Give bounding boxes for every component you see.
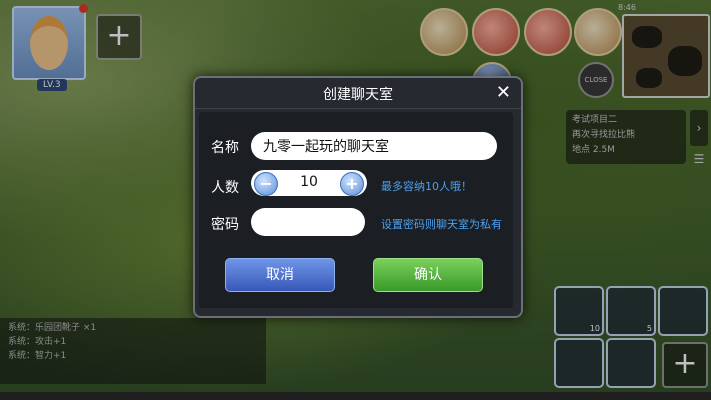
dialog-title: 创建聊天室 xyxy=(323,87,393,103)
count-label: 人数 xyxy=(211,180,239,196)
increment-button[interactable]: + xyxy=(340,172,364,196)
close-icon[interactable]: ✕ xyxy=(496,82,511,103)
count-hint: 最多容纳10人哦！ xyxy=(381,180,472,193)
member-count-stepper: − 10 + xyxy=(251,170,367,196)
password-label: 密码 xyxy=(211,217,239,233)
decrement-button[interactable]: − xyxy=(254,172,278,196)
dialog-header: 创建聊天室 ✕ xyxy=(195,78,521,109)
name-label: 名称 xyxy=(211,140,239,156)
cancel-button[interactable]: 取消 xyxy=(225,258,335,292)
create-chatroom-dialog: 创建聊天室 ✕ 名称 人数 − 10 + 最多容纳10人哦！ 密码 设置密码则聊… xyxy=(193,76,523,318)
member-count-value: 10 xyxy=(300,174,318,190)
room-name-input[interactable] xyxy=(251,132,497,160)
password-hint: 设置密码则聊天室为私有 xyxy=(381,218,502,231)
password-input[interactable] xyxy=(251,208,365,236)
confirm-button[interactable]: 确认 xyxy=(373,258,483,292)
